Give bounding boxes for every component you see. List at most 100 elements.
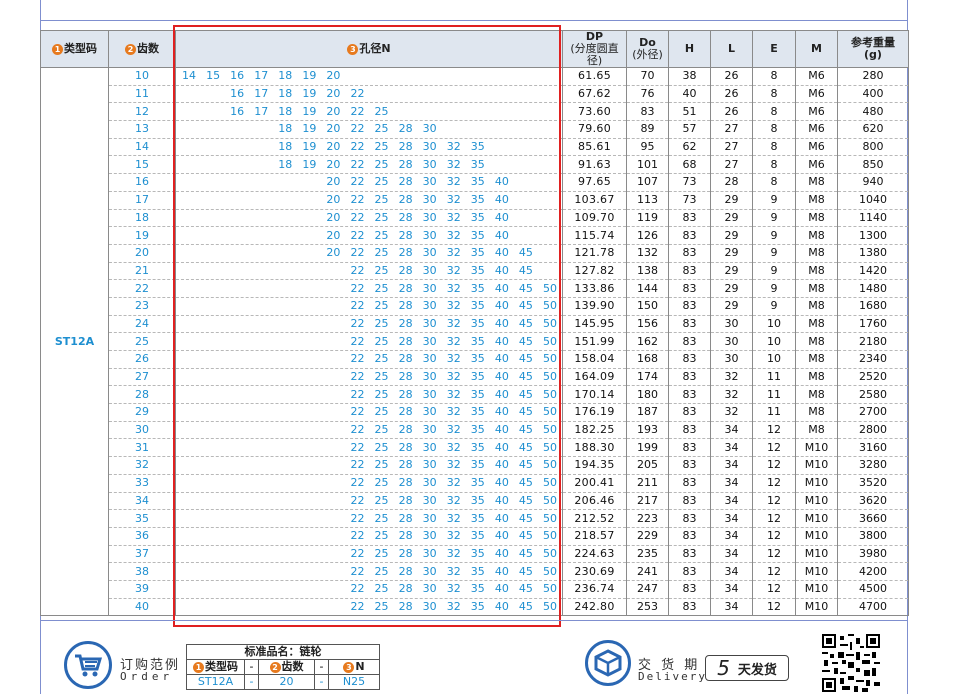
bore-cell: 22 25 28 30 32 35 40 45 50: [175, 473, 563, 493]
weight-cell: 620: [837, 120, 909, 139]
weight-cell: 2180: [837, 332, 909, 351]
bore-cell: 22 25 28 30 32 35 40 45 50: [175, 296, 563, 316]
order-example-title: 标准品名：链轮: [187, 645, 379, 660]
order-example-values: ST12A - 20 - N25: [187, 675, 379, 689]
e-cell: 8: [752, 155, 796, 175]
l-cell: 30: [710, 350, 753, 369]
bore-value: 25: [374, 440, 389, 454]
bore-value: 16: [230, 104, 245, 118]
bore-value: 32: [446, 476, 461, 490]
bore-value: 30: [422, 228, 437, 242]
table-row: 17 20 22 25 28 30 32 35 40 103.67 113 73 29 9 M8 1040: [41, 190, 909, 210]
qr-code-icon[interactable]: [822, 634, 880, 692]
l-cell: 30: [710, 332, 753, 351]
bore-value: 35: [470, 370, 485, 384]
bore-value: 25: [374, 175, 389, 189]
bore-value: 45: [518, 529, 533, 543]
table-row: 12 16 17 18 19 20 22 25 73.60 83 51 26 8 M6 480: [41, 102, 909, 122]
bore-value: 32: [446, 582, 461, 596]
bore-value: 35: [470, 599, 485, 613]
type-code-cell: ST12A: [40, 66, 109, 617]
teeth-cell: 38: [108, 562, 176, 581]
do-cell: 89: [626, 120, 669, 139]
bore-cell: 22 25 28 30 32 35 40 45 50: [175, 526, 563, 546]
bore-value: 22: [350, 263, 365, 277]
h-cell: 62: [668, 137, 711, 157]
e-cell: 9: [752, 261, 796, 281]
h-cell: 83: [668, 261, 711, 281]
dp-cell: 206.46: [562, 491, 627, 511]
e-cell: 8: [752, 173, 796, 192]
order-label-type: 1 类型码: [187, 660, 245, 674]
bore-value: 22: [350, 122, 365, 136]
bore-value: 25: [374, 157, 389, 171]
do-cell: 253: [626, 597, 669, 617]
l-cell: 34: [710, 438, 753, 458]
bore-cell: 20 22 25 28 30 32 35 40 45: [175, 243, 563, 263]
bore-value: 22: [350, 476, 365, 490]
table-row: 15 18 19 20 22 25 28 30 32 35 91.63 101 68 27 8 M6 850: [41, 155, 909, 175]
bore-value: 25: [374, 316, 389, 330]
bore-value: 25: [374, 476, 389, 490]
l-cell: 29: [710, 296, 753, 316]
bore-value: 28: [398, 334, 413, 348]
teeth-cell: 11: [108, 84, 176, 104]
do-cell: 199: [626, 438, 669, 458]
teeth-cell: 19: [108, 226, 176, 245]
m-cell: M10: [795, 473, 838, 493]
bore-value: 30: [422, 352, 437, 366]
teeth-cell: 39: [108, 579, 176, 599]
dp-cell: 139.90: [562, 296, 627, 316]
bore-value: 35: [470, 263, 485, 277]
teeth-cell: 13: [108, 120, 176, 139]
bore-value: 22: [350, 529, 365, 543]
teeth-cell: 22: [108, 279, 176, 298]
delivery-days: 5: [717, 656, 730, 680]
bore-value: 19: [302, 69, 317, 83]
m-cell: M8: [795, 226, 838, 245]
m-cell: M6: [795, 84, 838, 104]
bore-value: 35: [470, 175, 485, 189]
table-row: 23 22 25 28 30 32 35 40 45 50 139.90 150 83 29 9 M8 1680: [41, 296, 909, 316]
bore-value: 32: [446, 440, 461, 454]
h-cell: 73: [668, 190, 711, 210]
bore-value: 28: [398, 122, 413, 136]
bore-value: 50: [542, 334, 557, 348]
bore-value: 30: [422, 299, 437, 313]
l-cell: 29: [710, 208, 753, 228]
bore-value: 25: [374, 423, 389, 437]
bore-value: 25: [374, 140, 389, 154]
bore-value: 28: [398, 458, 413, 472]
teeth-cell: 15: [108, 155, 176, 175]
h-cell: 83: [668, 509, 711, 528]
cart-icon: [64, 641, 112, 689]
l-cell: 30: [710, 314, 753, 334]
bore-value: 32: [446, 228, 461, 242]
bore-cell: 20 22 25 28 30 32 35 40: [175, 173, 563, 192]
bore-value: 25: [374, 493, 389, 507]
dp-cell: 224.63: [562, 544, 627, 564]
bore-value: 45: [518, 370, 533, 384]
bore-value: 22: [350, 334, 365, 348]
dp-cell: 67.62: [562, 84, 627, 104]
l-cell: 26: [710, 67, 753, 86]
bore-value: 50: [542, 440, 557, 454]
do-cell: 83: [626, 102, 669, 122]
l-cell: 26: [710, 102, 753, 122]
e-cell: 12: [752, 597, 796, 617]
m-cell: M8: [795, 173, 838, 192]
bore-value: 45: [518, 352, 533, 366]
bore-value: 25: [374, 405, 389, 419]
do-cell: 70: [626, 67, 669, 86]
teeth-cell: 24: [108, 314, 176, 334]
weight-cell: 3980: [837, 544, 909, 564]
bore-value: 28: [398, 476, 413, 490]
bore-value: 40: [494, 263, 509, 277]
bore-value: 40: [494, 246, 509, 260]
bore-cell: 22 25 28 30 32 35 40 45 50: [175, 456, 563, 475]
bore-value: 22: [350, 210, 365, 224]
m-cell: M10: [795, 456, 838, 475]
bore-value: 35: [470, 423, 485, 437]
bore-value: 40: [494, 440, 509, 454]
bore-value: 35: [470, 493, 485, 507]
